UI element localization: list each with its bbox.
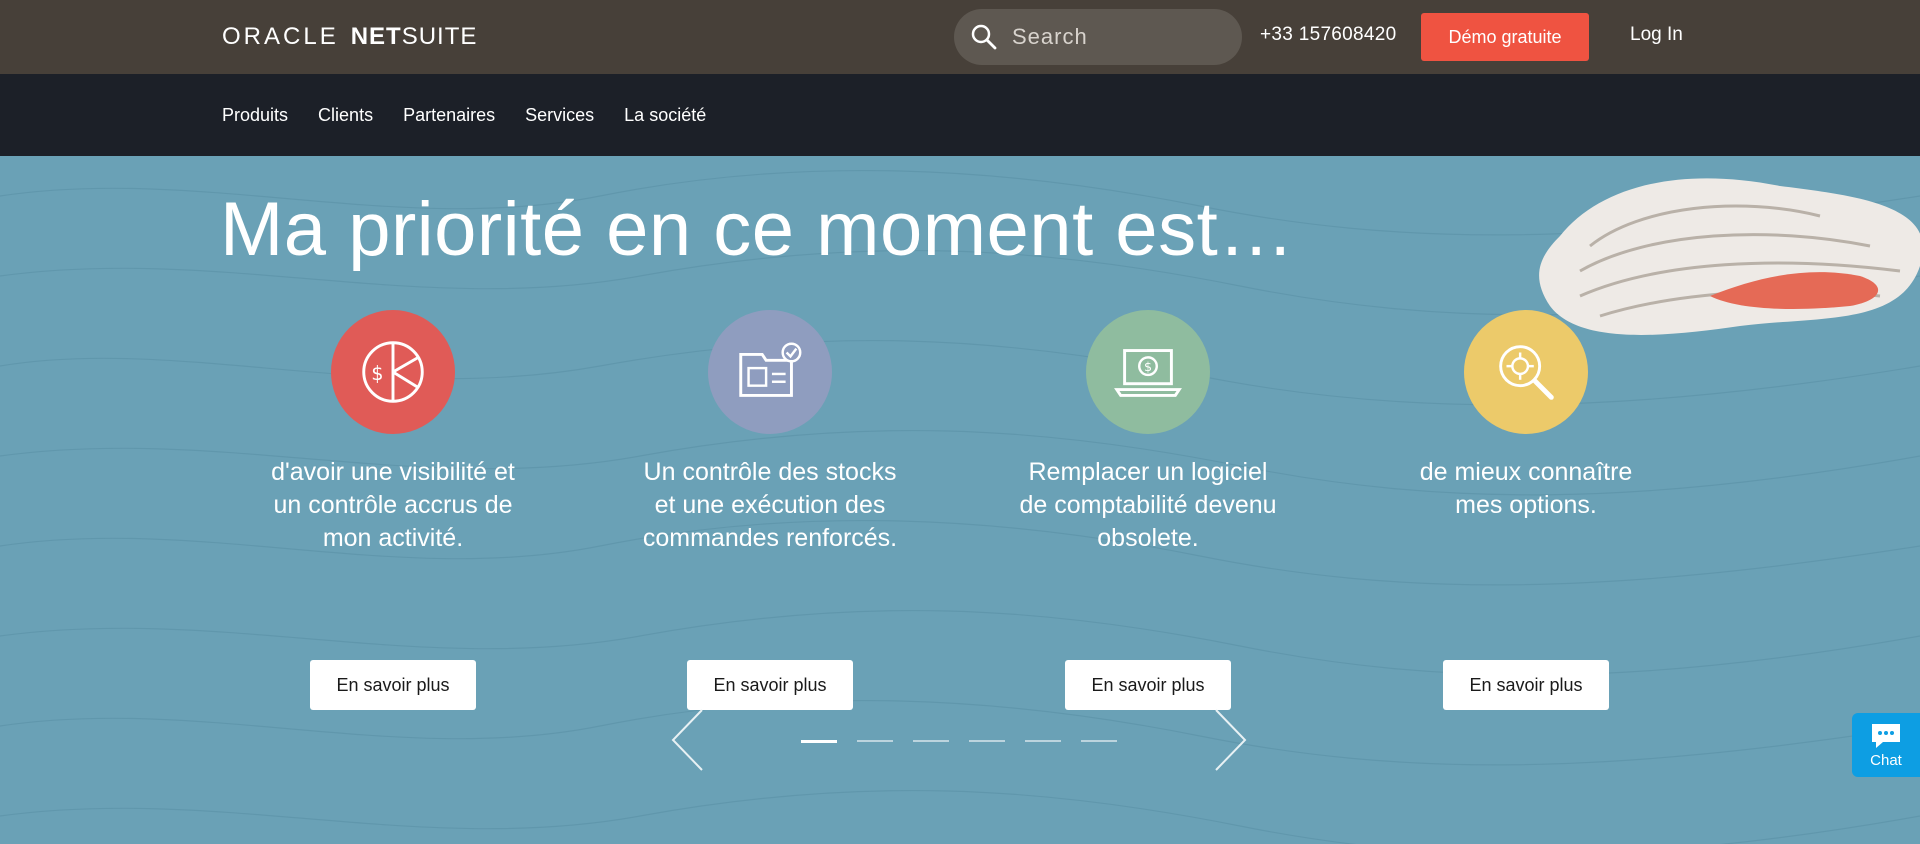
carousel-dot[interactable] bbox=[857, 740, 893, 742]
nav-item-clients[interactable]: Clients bbox=[318, 105, 373, 126]
pie-chart-dollar-icon: $ bbox=[331, 310, 455, 434]
top-bar: ORACLE NETSUITE +33 157608420 Démo gratu… bbox=[0, 0, 1920, 74]
login-link[interactable]: Log In bbox=[1630, 24, 1683, 46]
inventory-folder-icon bbox=[708, 310, 832, 434]
nav-item-partenaires[interactable]: Partenaires bbox=[403, 105, 495, 126]
carousel-dot[interactable] bbox=[913, 740, 949, 742]
nav-item-services[interactable]: Services bbox=[525, 105, 594, 126]
main-nav: Produits Clients Partenaires Services La… bbox=[0, 74, 1920, 156]
logo-net-text: NET bbox=[350, 23, 402, 50]
card-text: Remplacer un logiciel de comptabilité de… bbox=[1019, 458, 1277, 552]
svg-text:$: $ bbox=[371, 362, 383, 385]
search-icon[interactable] bbox=[970, 23, 998, 51]
carousel-prev-arrow-icon[interactable] bbox=[670, 708, 706, 772]
priority-card-inventory: Un contrôle des stocks et une exécution … bbox=[620, 310, 920, 646]
learn-more-button-3[interactable]: En savoir plus bbox=[1065, 660, 1231, 710]
card-text: de mieux connaître mes options. bbox=[1419, 458, 1633, 519]
carousel-dot[interactable] bbox=[1081, 740, 1117, 742]
carousel-dot[interactable] bbox=[969, 740, 1005, 742]
chat-label: Chat bbox=[1870, 751, 1902, 769]
card-text: Un contrôle des stocks et une exécution … bbox=[642, 458, 898, 552]
magnifier-target-icon bbox=[1464, 310, 1588, 434]
laptop-dollar-icon: $ bbox=[1086, 310, 1210, 434]
free-demo-button[interactable]: Démo gratuite bbox=[1421, 13, 1589, 61]
carousel-indicators bbox=[801, 740, 1137, 743]
svg-text:$: $ bbox=[1144, 359, 1152, 374]
chat-widget-button[interactable]: Chat bbox=[1852, 713, 1920, 777]
learn-more-button-1[interactable]: En savoir plus bbox=[310, 660, 476, 710]
phone-number[interactable]: +33 157608420 bbox=[1260, 24, 1397, 46]
hero-headline: Ma priorité en ce moment est… bbox=[220, 187, 1295, 272]
search-input[interactable] bbox=[1012, 24, 1222, 50]
learn-more-button-4[interactable]: En savoir plus bbox=[1443, 660, 1609, 710]
carousel-dot[interactable] bbox=[801, 740, 837, 743]
chat-bubble-icon bbox=[1872, 723, 1900, 748]
card-text: d'avoir une visibilité et un contrôle ac… bbox=[271, 458, 515, 552]
learn-more-button-2[interactable]: En savoir plus bbox=[687, 660, 853, 710]
priority-card-accounting: $ Remplacer un logiciel de comptabilité … bbox=[998, 310, 1298, 646]
priority-card-options: de mieux connaître mes options. bbox=[1376, 310, 1676, 646]
logo-suite-text: SUITE bbox=[401, 23, 478, 50]
hero-section: Ma priorité en ce moment est… $ d'avoir … bbox=[0, 156, 1920, 844]
oracle-netsuite-logo[interactable]: ORACLE NET SUITE bbox=[222, 22, 477, 52]
nav-item-la-societe[interactable]: La société bbox=[624, 105, 706, 126]
nav-item-produits[interactable]: Produits bbox=[222, 105, 288, 126]
carousel-next-arrow-icon[interactable] bbox=[1212, 708, 1248, 772]
search-box[interactable] bbox=[954, 9, 1242, 65]
priority-card-visibility: $ d'avoir une visibilité et un contrôle … bbox=[243, 310, 543, 646]
carousel-dot[interactable] bbox=[1025, 740, 1061, 742]
logo-oracle-text: ORACLE bbox=[222, 23, 339, 50]
